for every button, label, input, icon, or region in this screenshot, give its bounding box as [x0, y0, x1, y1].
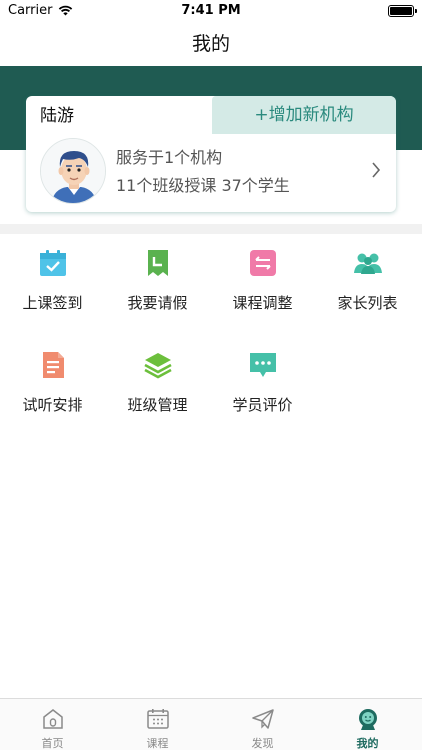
tab-discover[interactable]: 发现 — [210, 699, 315, 750]
profile-card[interactable]: 陆游 +增加新机构 服务于1个机构 11个班级授课 37个学生 — [26, 96, 396, 212]
grid-label: 家长列表 — [337, 294, 398, 312]
profile-icon — [359, 709, 377, 730]
tab-label: 课程 — [146, 737, 169, 750]
tab-label: 首页 — [41, 737, 64, 750]
avatar-illustration-icon — [41, 139, 105, 203]
grid-item-parents[interactable]: 家长列表 — [315, 234, 420, 334]
leave-icon — [148, 250, 168, 276]
page-title: 我的 — [191, 33, 230, 55]
chevron-right-icon[interactable] — [370, 160, 382, 180]
add-organization-button[interactable]: +增加新机构 — [212, 96, 396, 134]
grid-label: 试听安排 — [22, 396, 83, 414]
navigation-bar: 我的 — [0, 22, 422, 66]
grid-item-student-review[interactable]: 学员评价 — [210, 336, 315, 436]
profile-summary: 服务于1个机构 11个班级授课 37个学生 — [116, 144, 290, 200]
status-bar: Carrier 7:41 PM — [0, 0, 422, 22]
document-icon — [43, 352, 64, 378]
paper-plane-icon — [252, 709, 274, 729]
schedule-icon — [147, 709, 169, 729]
tab-bar: 首页 课程 发现 我的 — [0, 698, 422, 750]
home-icon — [43, 709, 63, 729]
class-student-stats: 11个班级授课 37个学生 — [116, 176, 290, 195]
grid-item-leave[interactable]: 我要请假 — [105, 234, 210, 334]
tab-courses[interactable]: 课程 — [105, 699, 210, 750]
tab-label: 我的 — [356, 737, 379, 750]
grid-item-course-adjust[interactable]: 课程调整 — [210, 234, 315, 334]
tab-label: 发现 — [251, 737, 274, 750]
teacher-name: 陆游 — [40, 106, 74, 126]
grid-label: 课程调整 — [232, 294, 293, 312]
grid-label: 我要请假 — [127, 294, 188, 312]
organization-count: 服务于1个机构 — [116, 148, 223, 167]
calendar-check-icon — [40, 250, 66, 276]
swap-icon — [250, 250, 276, 276]
clock: 7:41 PM — [181, 3, 241, 18]
comment-icon — [250, 353, 276, 377]
tab-home[interactable]: 首页 — [0, 699, 105, 750]
avatar[interactable] — [40, 138, 106, 204]
layers-icon — [144, 353, 172, 379]
grid-label: 学员评价 — [232, 396, 293, 414]
grid-item-trial[interactable]: 试听安排 — [0, 336, 105, 436]
parents-icon — [354, 253, 382, 274]
grid-item-class-manage[interactable]: 班级管理 — [105, 336, 210, 436]
grid-label: 班级管理 — [127, 396, 188, 414]
section-divider — [0, 224, 422, 234]
grid-item-checkin[interactable]: 上课签到 — [0, 234, 105, 334]
battery-icon — [388, 5, 417, 17]
grid-label: 上课签到 — [22, 294, 83, 312]
tab-mine[interactable]: 我的 — [315, 699, 420, 750]
